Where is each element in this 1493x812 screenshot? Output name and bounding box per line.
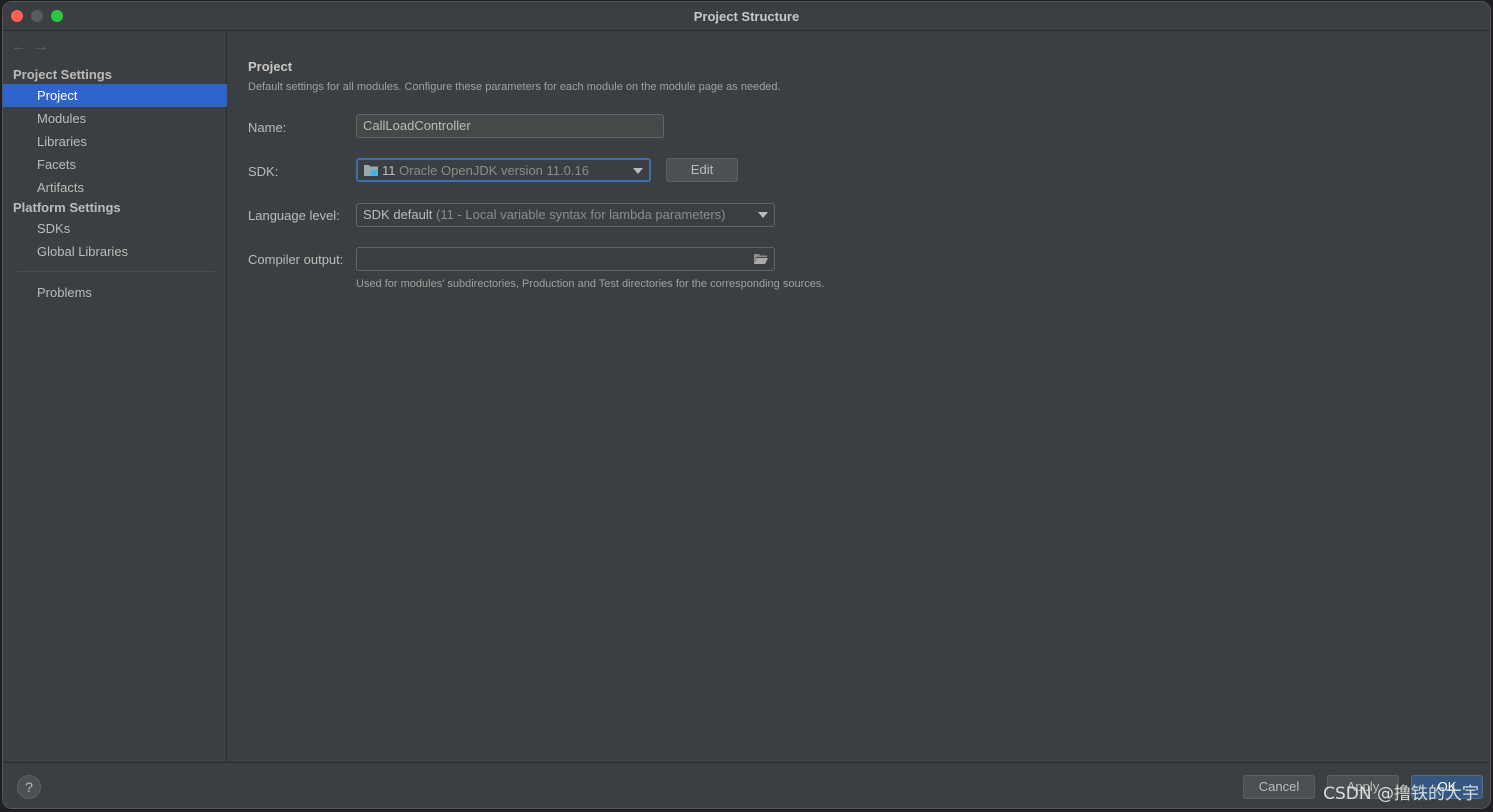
name-label: Name: <box>248 120 287 135</box>
sdk-version-text: Oracle OpenJDK version 11.0.16 <box>399 163 589 178</box>
csdn-watermark: CSDN @撸铁的大宇 <box>1323 784 1479 804</box>
project-settings-panel: Project Default settings for all modules… <box>228 32 1490 762</box>
back-arrow-icon[interactable]: ← <box>11 38 33 56</box>
page-title: Project <box>248 59 293 74</box>
sidebar-item-project[interactable]: Project <box>3 84 227 107</box>
sdk-dropdown[interactable]: 11 Oracle OpenJDK version 11.0.16 <box>356 158 651 182</box>
sidebar-item-global-libraries[interactable]: Global Libraries <box>3 240 227 263</box>
language-level-value: SDK default <box>363 207 433 222</box>
language-level-dropdown[interactable]: SDK default (11 - Local variable syntax … <box>356 203 775 227</box>
project-structure-dialog: Project Structure ← → Project Settings Pr… <box>2 1 1491 809</box>
sdk-version-number: 11 <box>382 163 396 178</box>
dialog-footer: ? Cancel Apply OK <box>3 762 1490 808</box>
sidebar-item-artifacts[interactable]: Artifacts <box>3 176 227 199</box>
edit-sdk-button[interactable]: Edit <box>666 158 738 182</box>
sidebar-item-libraries[interactable]: Libraries <box>3 130 227 153</box>
cancel-button[interactable]: Cancel <box>1243 775 1315 799</box>
page-description: Default settings for all modules. Config… <box>248 81 781 93</box>
chevron-down-icon <box>758 212 768 218</box>
compiler-output-input[interactable] <box>356 247 775 271</box>
project-settings-header: Project Settings <box>13 67 112 82</box>
settings-sidebar: ← → Project Settings Project Modules Libr… <box>3 32 227 762</box>
window-title: Project Structure <box>693 9 800 24</box>
sidebar-item-sdks[interactable]: SDKs <box>3 217 227 240</box>
sidebar-item-facets[interactable]: Facets <box>3 153 227 176</box>
platform-settings-header: Platform Settings <box>13 200 121 215</box>
jdk-folder-icon <box>364 165 378 176</box>
title-bar: Project Structure <box>3 2 1490 31</box>
forward-arrow-icon[interactable]: → <box>33 38 55 56</box>
navigation-arrows: ← → <box>11 38 55 56</box>
language-level-label: Language level: <box>248 208 340 223</box>
compiler-output-label: Compiler output: <box>248 252 344 267</box>
chevron-down-icon <box>633 168 643 174</box>
project-name-input[interactable]: CallLoadController <box>356 114 664 138</box>
help-button[interactable]: ? <box>17 775 41 799</box>
sidebar-item-problems[interactable]: Problems <box>3 281 227 304</box>
language-level-detail: (11 - Local variable syntax for lambda p… <box>436 207 726 222</box>
sidebar-divider <box>17 271 215 272</box>
browse-folder-icon[interactable] <box>754 253 768 265</box>
sidebar-item-modules[interactable]: Modules <box>3 107 227 130</box>
sdk-label: SDK: <box>248 164 279 179</box>
compiler-output-hint: Used for modules' subdirectories, Produc… <box>356 278 825 290</box>
